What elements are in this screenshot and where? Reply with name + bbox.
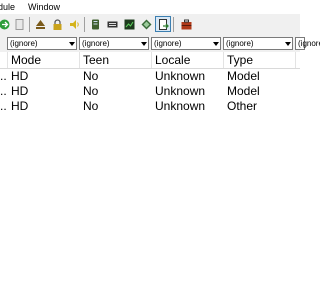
chevron-down-icon [69,42,75,46]
page-icon[interactable] [11,16,27,32]
table-row[interactable]: .. HD No Unknown Model [0,84,300,99]
table-header: Mode Teen Locale Type [0,52,300,69]
chart-icon[interactable] [121,16,137,32]
server-icon[interactable] [87,16,103,32]
lock-icon[interactable] [49,16,65,32]
column-header-teen[interactable]: Teen [80,52,152,68]
cell-teen: No [83,84,99,98]
column-header-extra[interactable] [296,52,302,68]
cell-type: Model [227,69,260,83]
filter-value: (ignore) [154,39,182,48]
cell-mode: HD [11,84,29,98]
keyboard-icon[interactable] [104,16,120,32]
filter-locale-select[interactable]: (ignore) [151,37,221,50]
cell-locale: Unknown [155,69,206,83]
filter-row: (ignore) (ignore) (ignore) (ignore) (ign… [0,36,320,52]
diamond-icon[interactable] [138,16,154,32]
cell-type: Other [227,99,258,113]
chevron-down-icon [285,42,291,46]
filter-type-select[interactable]: (ignore) [223,37,293,50]
document-export-icon[interactable] [155,16,171,32]
filter-teen-select[interactable]: (ignore) [79,37,149,50]
cell-type: Model [227,84,260,98]
eject-icon[interactable] [32,16,48,32]
column-header-partial[interactable] [0,52,8,68]
filter-value: (ignore) [298,39,320,48]
menu-window[interactable]: Window [28,2,60,12]
table-row[interactable]: .. HD No Unknown Other [0,99,300,114]
filter-mode-select[interactable]: (ignore) [7,37,77,50]
toolbar [0,14,300,37]
table-row[interactable]: .. HD No Unknown Model [0,69,300,84]
cell-mode: HD [11,99,29,113]
briefcase-icon[interactable] [178,16,194,32]
chevron-down-icon [141,42,147,46]
filter-value: (ignore) [10,39,38,48]
column-header-locale[interactable]: Locale [152,52,224,68]
toolbar-separator [173,17,174,32]
toolbar-separator [84,17,85,32]
toolbar-separator [29,17,30,32]
filter-value: (ignore) [82,39,110,48]
chevron-down-icon [213,42,219,46]
menu-module[interactable]: dule [0,2,15,12]
speaker-icon[interactable] [66,16,82,32]
cell-teen: No [83,99,99,113]
filter-extra-select[interactable]: (ignore) [295,37,320,50]
menu-bar: dule Window [0,0,300,14]
column-header-type[interactable]: Type [224,52,296,68]
cell-teen: No [83,69,99,83]
column-header-mode[interactable]: Mode [8,52,80,68]
filter-value: (ignore) [226,39,254,48]
cell-locale: Unknown [155,99,206,113]
cell-mode: HD [11,69,29,83]
cell-locale: Unknown [155,84,206,98]
